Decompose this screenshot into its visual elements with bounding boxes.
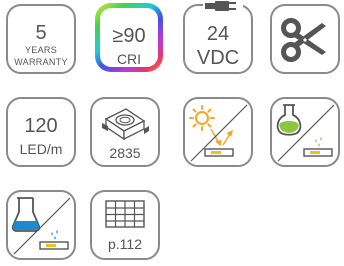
plug-icon	[203, 0, 243, 14]
warranty-badge: 5 YEARS WARRANTY	[6, 4, 76, 74]
voltage-unit: VDC	[196, 47, 240, 69]
waterproof-badge	[6, 190, 76, 260]
flask-chemical-icon	[276, 104, 335, 162]
cri-label: CRI	[116, 51, 142, 67]
chemical-resistant-badge	[270, 97, 340, 167]
beaker-water-icon	[11, 197, 71, 255]
led-density-value: 120	[24, 115, 58, 137]
led-density-badge: 120 LED/m	[6, 97, 76, 167]
warranty-years: 5	[35, 22, 47, 44]
sun-outdoor-icon	[189, 104, 248, 162]
scissors-icon	[281, 18, 326, 62]
cri-badge: ≥90 CRI	[95, 3, 163, 72]
voltage-badge: 24 VDC	[183, 0, 253, 74]
led-density-unit: LED/m	[19, 141, 63, 157]
cri-value: ≥90	[112, 25, 146, 47]
outdoor-badge	[183, 97, 253, 167]
chip-badge: 2835	[90, 97, 160, 167]
chip-label: 2835	[109, 145, 141, 161]
warranty-label: WARRANTY	[14, 57, 68, 67]
voltage-value: 24	[206, 23, 230, 45]
warranty-years-label: YEARS	[24, 45, 57, 55]
page-reference-badge: p.112	[90, 190, 160, 260]
cuttable-badge	[270, 4, 340, 74]
page-reference-label: p.112	[108, 236, 142, 252]
